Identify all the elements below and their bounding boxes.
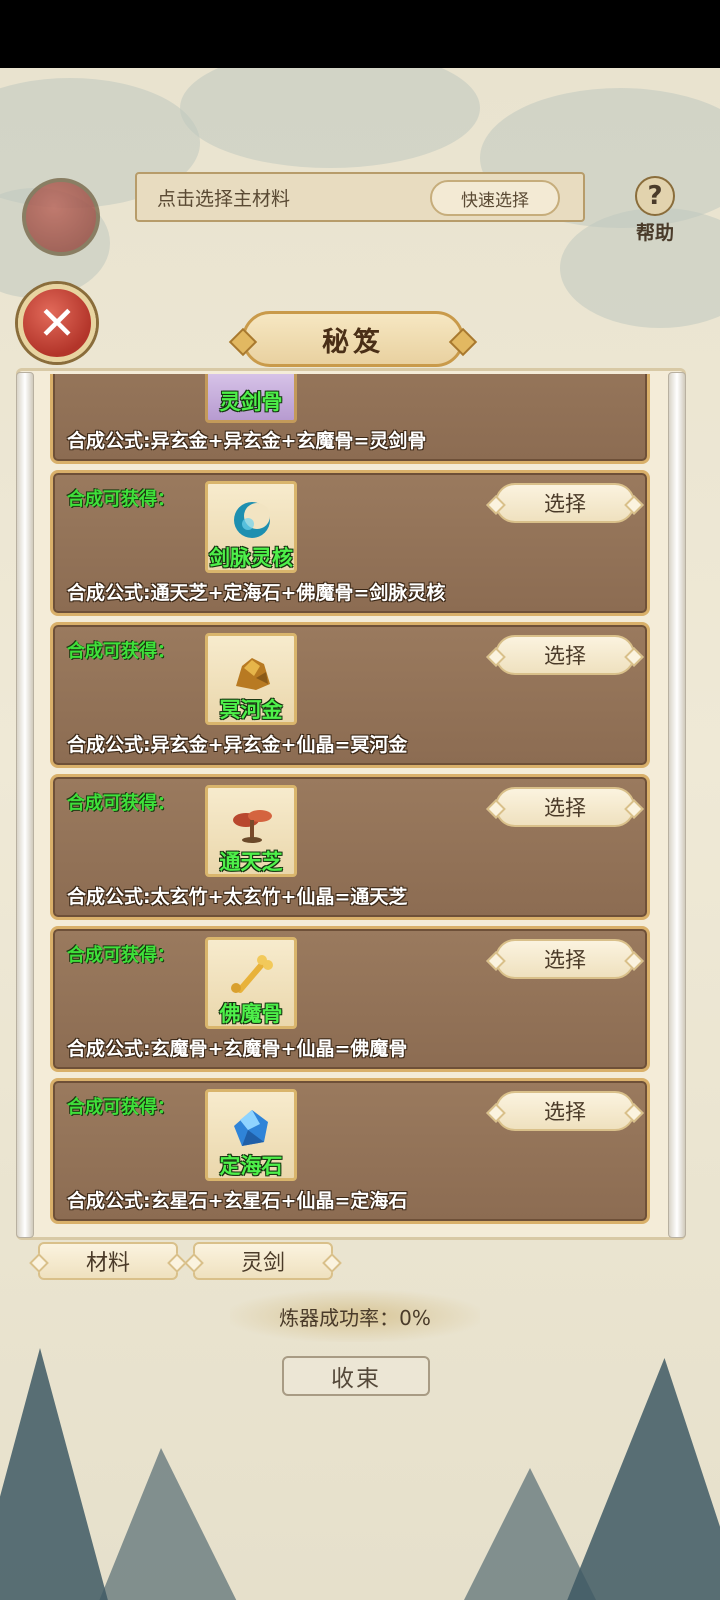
main-material-prompt-text: 点击选择主材料 bbox=[157, 187, 291, 210]
success-rate-text: 炼器成功率：0% bbox=[230, 1290, 480, 1342]
recipe-formula: 合成公式:太玄竹+太玄竹+仙晶=通天芝 bbox=[67, 886, 408, 908]
help-button[interactable]: ? 帮助 bbox=[626, 176, 684, 246]
item-name: 佛魔骨 bbox=[219, 1002, 283, 1026]
background-close-button bbox=[22, 178, 100, 256]
select-button[interactable]: 选择 bbox=[495, 939, 635, 979]
scroll-rod-right bbox=[668, 372, 686, 1238]
recipe-card: 合成可获得： 冥河金 选择 合成公式:异玄金+异玄金+仙晶=冥河金 bbox=[50, 622, 650, 768]
item-slot: 灵剑骨 bbox=[205, 374, 297, 423]
tab-spirit-sword[interactable]: 灵剑 bbox=[193, 1242, 333, 1280]
item-name: 剑脉灵核 bbox=[209, 546, 293, 570]
popup-title: 秘笈 bbox=[242, 311, 464, 367]
item-name: 冥河金 bbox=[219, 698, 283, 722]
bone-icon bbox=[231, 955, 273, 993]
recipe-list[interactable]: 灵剑骨 合成公式:异玄金+异玄金+玄魔骨=灵剑骨 合成可获得： 剑脉灵核 选择 … bbox=[50, 374, 650, 1226]
recipe-card: 合成可获得： 定海石 选择 合成公式:玄星石+玄星石+仙晶=定海石 bbox=[50, 1078, 650, 1224]
item-slot: 剑脉灵核 bbox=[205, 481, 297, 573]
tab-materials[interactable]: 材料 bbox=[38, 1242, 178, 1280]
obtain-label: 合成可获得： bbox=[67, 641, 175, 662]
recipe-formula: 合成公式:玄星石+玄星石+仙晶=定海石 bbox=[67, 1190, 408, 1212]
recipe-formula: 合成公式:异玄金+异玄金+玄魔骨=灵剑骨 bbox=[67, 430, 427, 452]
obtain-label: 合成可获得： bbox=[67, 945, 175, 966]
quick-select-button: 快速选择 bbox=[430, 180, 560, 216]
item-slot: 定海石 bbox=[205, 1089, 297, 1181]
recipe-card: 灵剑骨 合成公式:异玄金+异玄金+玄魔骨=灵剑骨 bbox=[50, 374, 650, 464]
close-icon: ✕ bbox=[37, 296, 77, 350]
select-button[interactable]: 选择 bbox=[495, 635, 635, 675]
recipe-formula: 合成公式:玄魔骨+玄魔骨+仙晶=佛魔骨 bbox=[67, 1038, 408, 1060]
obtain-label: 合成可获得： bbox=[67, 793, 175, 814]
collapse-button[interactable]: 收束 bbox=[282, 1356, 430, 1396]
item-slot: 通天芝 bbox=[205, 785, 297, 877]
obtain-label: 合成可获得： bbox=[67, 1097, 175, 1118]
recipe-formula: 合成公式:通天芝+定海石+佛魔骨=剑脉灵核 bbox=[67, 582, 446, 604]
help-label: 帮助 bbox=[635, 222, 674, 244]
item-name: 灵剑骨 bbox=[219, 390, 283, 414]
item-slot: 佛魔骨 bbox=[205, 937, 297, 1029]
crescent-core-icon bbox=[234, 502, 270, 538]
close-button[interactable]: ✕ bbox=[18, 284, 96, 362]
select-button[interactable]: 选择 bbox=[495, 787, 635, 827]
question-icon: ? bbox=[635, 176, 675, 216]
select-button[interactable]: 选择 bbox=[495, 483, 635, 523]
gold-ore-icon bbox=[236, 658, 270, 690]
item-name: 定海石 bbox=[219, 1154, 283, 1178]
obtain-label: 合成可获得： bbox=[67, 489, 175, 510]
recipe-card: 合成可获得： 佛魔骨 选择 合成公式:玄魔骨+玄魔骨+仙晶=佛魔骨 bbox=[50, 926, 650, 1072]
mushroom-icon bbox=[233, 810, 272, 843]
scroll-rod-left bbox=[16, 372, 34, 1238]
select-button[interactable]: 选择 bbox=[495, 1091, 635, 1131]
recipe-card: 合成可获得： 通天芝 选择 合成公式:太玄竹+太玄竹+仙晶=通天芝 bbox=[50, 774, 650, 920]
blue-crystal-icon bbox=[234, 1110, 268, 1146]
item-slot: 冥河金 bbox=[205, 633, 297, 725]
item-name: 通天芝 bbox=[219, 850, 283, 874]
recipe-formula: 合成公式:异玄金+异玄金+仙晶=冥河金 bbox=[67, 734, 408, 756]
recipe-card: 合成可获得： 剑脉灵核 选择 合成公式:通天芝+定海石+佛魔骨=剑脉灵核 bbox=[50, 470, 650, 616]
